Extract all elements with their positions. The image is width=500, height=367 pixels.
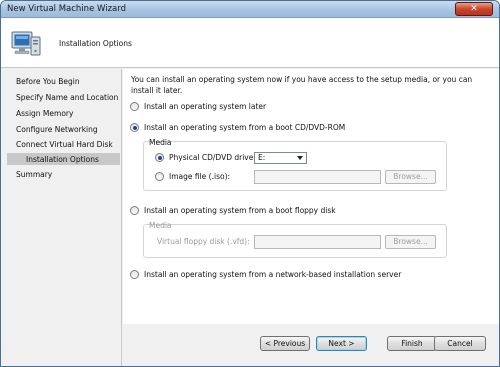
vfd-browse-button[interactable]: Browse... xyxy=(385,235,436,249)
wizard-header: Installation Options xyxy=(1,18,499,68)
physical-drive-radio[interactable] xyxy=(155,153,164,162)
install-network-radio[interactable] xyxy=(130,270,139,279)
physical-drive-value: E: xyxy=(258,153,266,162)
wizard-content: You can install an operating system now … xyxy=(123,69,499,324)
computer-monitor-icon xyxy=(11,31,41,56)
nav-item-configure-networking[interactable]: Configure Networking xyxy=(16,125,98,134)
nav-item-summary[interactable]: Summary xyxy=(16,170,52,179)
window-title: New Virtual Machine Wizard xyxy=(7,4,126,14)
physical-drive-select[interactable]: E: xyxy=(254,152,307,164)
chevron-down-icon xyxy=(297,156,303,160)
close-button[interactable]: ✕ xyxy=(455,2,493,16)
image-file-label[interactable]: Image file (.iso): xyxy=(169,172,230,181)
install-later-label[interactable]: Install an operating system later xyxy=(144,102,266,111)
finish-button[interactable]: Finish xyxy=(387,336,437,351)
install-network-label[interactable]: Install an operating system from a netwo… xyxy=(144,270,401,279)
image-file-radio[interactable] xyxy=(155,172,164,181)
next-button[interactable]: Next > xyxy=(316,336,367,351)
title-bar[interactable]: New Virtual Machine Wizard ✕ xyxy=(1,1,499,18)
nav-item-name-location[interactable]: Specify Name and Location xyxy=(16,93,118,102)
install-floppy-label[interactable]: Install an operating system from a boot … xyxy=(144,206,336,215)
page-title: Installation Options xyxy=(59,39,132,48)
close-icon: ✕ xyxy=(470,4,478,14)
vfd-label: Virtual floppy disk (.vfd): xyxy=(157,237,250,246)
wizard-footer: < Previous Next > Finish Cancel xyxy=(123,324,499,366)
floppy-media-title: Media xyxy=(149,221,172,230)
cd-media-title: Media xyxy=(149,138,172,147)
image-file-input[interactable] xyxy=(254,170,381,184)
physical-drive-label[interactable]: Physical CD/DVD drive: xyxy=(169,153,256,162)
nav-item-before-you-begin[interactable]: Before You Begin xyxy=(16,77,80,86)
install-later-radio[interactable] xyxy=(130,102,139,111)
vfd-input[interactable] xyxy=(254,235,381,249)
intro-text: You can install an operating system now … xyxy=(131,75,473,95)
install-cd-dvd-label[interactable]: Install an operating system from a boot … xyxy=(144,123,345,132)
nav-item-assign-memory[interactable]: Assign Memory xyxy=(16,109,73,118)
wizard-steps-nav: Before You Begin Specify Name and Locati… xyxy=(1,69,122,366)
image-browse-button[interactable]: Browse... xyxy=(385,170,436,184)
previous-button[interactable]: < Previous xyxy=(260,336,310,351)
wizard-window: New Virtual Machine Wizard ✕ Installatio… xyxy=(0,0,500,367)
install-floppy-radio[interactable] xyxy=(130,206,139,215)
install-cd-dvd-radio[interactable] xyxy=(130,123,139,132)
nav-item-virtual-hard-disk[interactable]: Connect Virtual Hard Disk xyxy=(16,140,113,149)
nav-item-installation-options[interactable]: Installation Options xyxy=(26,155,99,164)
cancel-button[interactable]: Cancel xyxy=(434,336,486,351)
